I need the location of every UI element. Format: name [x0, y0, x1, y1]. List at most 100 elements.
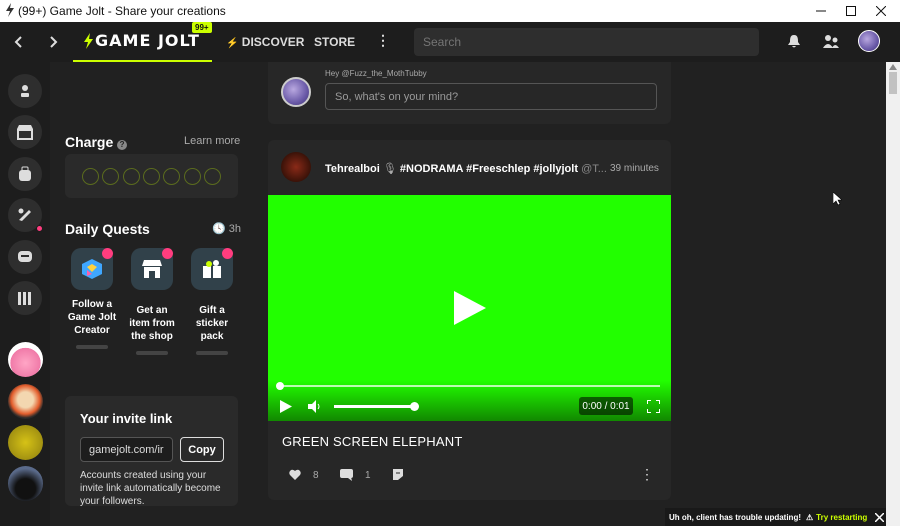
gamejolt-bolt-icon	[6, 3, 14, 17]
sidebar-item-library[interactable]	[8, 281, 42, 315]
volume-slider[interactable]	[334, 405, 414, 408]
post-timestamp: 39 minutes	[610, 163, 659, 174]
play-big-icon[interactable]	[452, 290, 488, 326]
daily-quests-time-text: 3h	[228, 223, 242, 235]
notification-badge: 99+	[192, 22, 212, 33]
video-time-display: 0:00 / 0:01	[579, 397, 633, 415]
window-title: (99+) Game Jolt - Share your creations	[18, 4, 226, 18]
maximize-icon	[846, 6, 856, 16]
sticker-icon	[18, 208, 31, 221]
search-input[interactable]	[414, 28, 759, 56]
quest-progress-bar	[76, 345, 108, 349]
quest-notification-dot	[162, 248, 173, 259]
composer-avatar	[281, 77, 311, 107]
back-button[interactable]	[9, 32, 27, 52]
toast-close-icon[interactable]	[875, 512, 885, 522]
copy-button[interactable]: Copy	[180, 437, 224, 462]
quest-notification-dot	[102, 248, 113, 259]
video-progress-track[interactable]	[277, 385, 660, 387]
quest-progress-bar	[136, 351, 168, 355]
charge-orb	[102, 168, 119, 185]
volume-icon[interactable]	[308, 400, 322, 413]
joltydex-icon	[21, 85, 29, 97]
learn-more-link[interactable]: Learn more	[184, 135, 240, 147]
post-title: GREEN SCREEN ELEPHANT	[282, 434, 463, 449]
whats-on-your-mind-input[interactable]: So, what's on your mind?	[325, 83, 657, 110]
post-author-name[interactable]: Tehrealboi	[325, 163, 380, 175]
verified-mic-icon: 🎙	[382, 163, 397, 175]
page-scrollbar[interactable]	[886, 62, 900, 526]
chevron-left-icon	[14, 36, 22, 48]
sticker-place-icon[interactable]	[392, 468, 404, 481]
community-avatar-2[interactable]	[8, 384, 43, 419]
chevron-right-icon	[50, 36, 58, 48]
close-window-button[interactable]	[866, 0, 896, 22]
scroll-up-icon[interactable]	[889, 64, 897, 70]
minimize-button[interactable]	[806, 0, 836, 22]
gamejolt-logo[interactable]: GAME JOLT 99+	[73, 22, 212, 62]
invite-description: Accounts created using your invite link …	[80, 470, 221, 507]
quest-label: Follow a Game Jolt Creator	[67, 299, 117, 336]
post-tags[interactable]: #NODRAMA #Freeschlep #jollyjolt	[400, 163, 578, 175]
sidebar-item-chat[interactable]	[8, 240, 42, 274]
scrollbar-thumb[interactable]	[889, 72, 897, 94]
post-handle: @T...	[581, 163, 607, 175]
community-avatar-4[interactable]	[8, 466, 43, 501]
community-avatar-1[interactable]	[8, 342, 43, 377]
community-avatar-3[interactable]	[8, 425, 43, 460]
charge-title: Charge ?	[65, 134, 128, 150]
quest-label: Get an item from the shop	[129, 305, 175, 342]
sidebar-item-home[interactable]	[8, 74, 42, 108]
logo-text: GAME JOLT	[95, 31, 200, 50]
quest-card[interactable]: Follow a Game Jolt Creator	[67, 248, 117, 349]
quest-card[interactable]: Gift a sticker pack	[187, 248, 237, 355]
comment-count: 1	[365, 470, 371, 481]
quest-progress-bar	[196, 351, 228, 355]
bolt-icon	[84, 33, 93, 49]
backpack-icon	[19, 166, 31, 181]
mouse-cursor-icon	[833, 192, 842, 206]
charge-orb	[163, 168, 180, 185]
quest-notification-dot	[222, 248, 233, 259]
charge-orb	[82, 168, 99, 185]
like-count: 8	[313, 470, 319, 481]
fullscreen-icon[interactable]	[647, 400, 660, 413]
video-progress-handle[interactable]	[276, 382, 284, 390]
charge-orb	[123, 168, 140, 185]
shop-icon	[17, 125, 33, 140]
quest-card[interactable]: Get an item from the shop	[127, 248, 177, 355]
update-error-toast: Uh oh, client has trouble updating! ⚠ Tr…	[665, 508, 887, 526]
nav-discover-label: DISCOVER	[241, 35, 305, 49]
more-menu-icon[interactable]: ⋮	[376, 32, 390, 49]
nav-store[interactable]: STORE	[314, 35, 355, 49]
comment-icon[interactable]	[340, 469, 353, 481]
clock-icon: 🕓	[212, 223, 226, 235]
invite-link-field[interactable]: gamejolt.com/ir	[80, 437, 173, 462]
maximize-button[interactable]	[836, 0, 866, 22]
try-restarting-link[interactable]: Try restarting	[816, 513, 867, 522]
sidebar-item-backpack[interactable]	[8, 157, 42, 191]
composer-greeting: Hey @Fuzz_the_MothTubby	[325, 69, 427, 78]
nav-discover[interactable]: ⚡ DISCOVER	[226, 35, 304, 49]
minimize-icon	[816, 10, 826, 12]
help-icon[interactable]: ?	[117, 140, 128, 150]
user-avatar[interactable]	[858, 30, 880, 52]
left-sidebar	[0, 62, 50, 526]
bell-icon[interactable]	[787, 34, 801, 49]
forward-button[interactable]	[45, 32, 63, 52]
play-icon[interactable]	[280, 400, 292, 413]
quest-label: Gift a sticker pack	[195, 305, 229, 342]
post-more-icon[interactable]: ⋮	[640, 466, 654, 483]
sidebar-item-shop[interactable]	[8, 115, 42, 149]
post-author-line: Tehrealboi 🎙 #NODRAMA #Freeschlep #jolly…	[325, 162, 607, 175]
charge-orb	[143, 168, 160, 185]
stickers-notification-dot	[36, 225, 43, 232]
post-author-avatar[interactable]	[281, 152, 311, 182]
heart-icon[interactable]	[289, 469, 301, 480]
daily-quests-timer: 🕓 3h	[212, 222, 241, 235]
library-icon	[18, 292, 31, 305]
warning-icon: ⚠	[806, 512, 814, 522]
window-titlebar: (99+) Game Jolt - Share your creations	[0, 0, 900, 22]
volume-handle[interactable]	[410, 402, 419, 411]
friends-icon[interactable]	[823, 34, 839, 49]
